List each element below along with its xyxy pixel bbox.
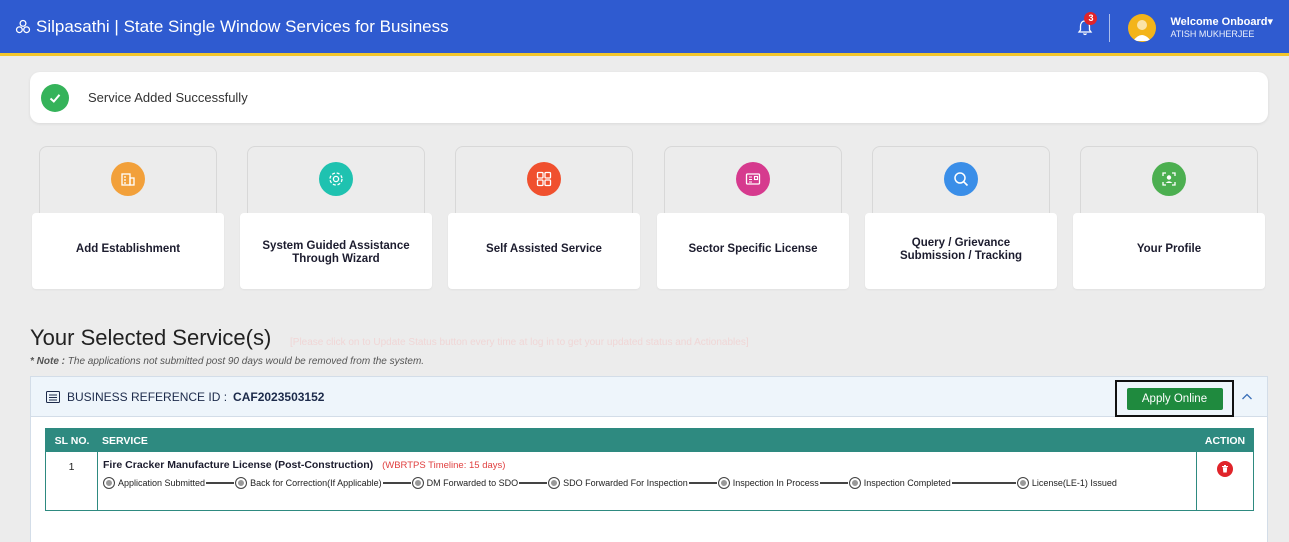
tile-self-assisted-service[interactable]: Self Assisted Service [448, 146, 640, 289]
tile-label: Self Assisted Service [486, 243, 602, 255]
tile-label: Your Profile [1136, 243, 1202, 255]
user-menu[interactable]: Welcome Onboard▾ ATISH MUKHERJEE [1170, 16, 1273, 41]
alert-message: Service Added Successfully [88, 90, 248, 105]
checklist-icon [527, 162, 561, 196]
user-name: ATISH MUKHERJEE [1170, 29, 1255, 40]
step-dot-icon [717, 477, 730, 489]
license-icon [736, 162, 770, 196]
step-dot-icon [103, 477, 115, 489]
business-reference-header: BUSINESS REFERENCE ID : CAF2023503152 Ap… [31, 377, 1267, 417]
services-table: SL NO. SERVICE ACTION 1 Fire Cracker Man… [45, 428, 1254, 511]
col-action: ACTION [1204, 434, 1246, 447]
delete-button[interactable] [1217, 461, 1233, 477]
apply-online-button[interactable]: Apply Online [1126, 387, 1223, 410]
status-step: Inspection In Process [717, 477, 819, 489]
business-ref-id: CAF2023503152 [233, 389, 325, 404]
business-reference-panel: BUSINESS REFERENCE ID : CAF2023503152 Ap… [30, 376, 1268, 542]
brand[interactable]: Silpasathi | State Single Window Service… [14, 17, 449, 37]
welcome-text: Welcome Onboard▾ [1170, 15, 1273, 28]
status-step: SDO Forwarded For Inspection [548, 477, 688, 489]
service-name: Fire Cracker Manufacture License (Post-C… [103, 459, 506, 471]
step-dot-icon [411, 477, 424, 489]
status-step: Inspection Completed [848, 477, 951, 489]
step-dot-icon [548, 477, 561, 489]
status-step: Application Submitted [103, 477, 205, 489]
status-step: License(LE-1) Issued [1016, 477, 1117, 489]
app-title: Silpasathi | State Single Window Service… [36, 16, 449, 36]
silpasathi-logo-icon [15, 19, 31, 33]
list-icon [46, 390, 60, 403]
status-step: DM Forwarded to SDO [411, 477, 518, 489]
search-icon [944, 162, 978, 196]
step-dot-icon [848, 477, 861, 489]
business-ref-label: BUSINESS REFERENCE ID : [67, 389, 228, 404]
row-service-cell: Fire Cracker Manufacture License (Post-C… [98, 452, 1197, 510]
table-row: 1 Fire Cracker Manufacture License (Post… [46, 452, 1253, 510]
apply-online-highlight: Apply Online [1115, 380, 1234, 417]
status-tracker: Application Submitted Back for Correctio… [103, 477, 1196, 489]
user-avatar[interactable] [1128, 14, 1157, 42]
note-text: The applications not submitted post 90 d… [67, 356, 425, 367]
row-action-cell [1197, 452, 1253, 510]
service-timeline: (WBRTPS Timeline: 15 days) [382, 460, 506, 471]
update-status-hint: [Please click on to Update Status button… [290, 337, 749, 348]
tile-sector-specific-license[interactable]: Sector Specific License [657, 146, 849, 289]
status-step: Back for Correction(If Applicable) [235, 477, 382, 489]
tile-label: Add Establishment [75, 243, 181, 255]
header-divider [1109, 14, 1111, 42]
col-service: SERVICE [102, 434, 148, 447]
success-alert: Service Added Successfully [30, 72, 1268, 123]
top-navbar: Silpasathi | State Single Window Service… [0, 0, 1289, 56]
note-label: * Note : [30, 356, 65, 367]
row-sl-no: 1 [46, 452, 98, 510]
selected-services-title: Your Selected Service(s) [30, 325, 272, 350]
step-dot-icon [235, 477, 248, 489]
tile-label: Query / Grievance Submission / Tracking [899, 237, 1023, 263]
profile-icon [1152, 162, 1186, 196]
table-header: SL NO. SERVICE ACTION [46, 429, 1253, 452]
tile-query-grievance[interactable]: Query / Grievance Submission / Tracking [865, 146, 1057, 289]
check-circle-icon [41, 83, 69, 112]
notification-button[interactable]: 3 [1075, 12, 1098, 38]
step-dot-icon [1016, 477, 1029, 489]
tile-system-guided-wizard[interactable]: System Guided Assistance Through Wizard [240, 146, 432, 289]
retention-note: * Note : The applications not submitted … [30, 356, 424, 367]
tile-label: Sector Specific License [688, 243, 818, 255]
chevron-up-icon[interactable] [1241, 391, 1253, 403]
tile-add-establishment[interactable]: Add Establishment [32, 146, 224, 289]
user-avatar-icon [1133, 20, 1152, 41]
trash-icon [1222, 465, 1228, 473]
building-icon [111, 162, 145, 196]
tile-your-profile[interactable]: Your Profile [1073, 146, 1265, 289]
gear-icon [319, 162, 353, 196]
tile-label: System Guided Assistance Through Wizard [262, 240, 410, 266]
col-sl-no: SL NO. [54, 434, 90, 447]
notification-badge: 3 [1084, 12, 1098, 25]
